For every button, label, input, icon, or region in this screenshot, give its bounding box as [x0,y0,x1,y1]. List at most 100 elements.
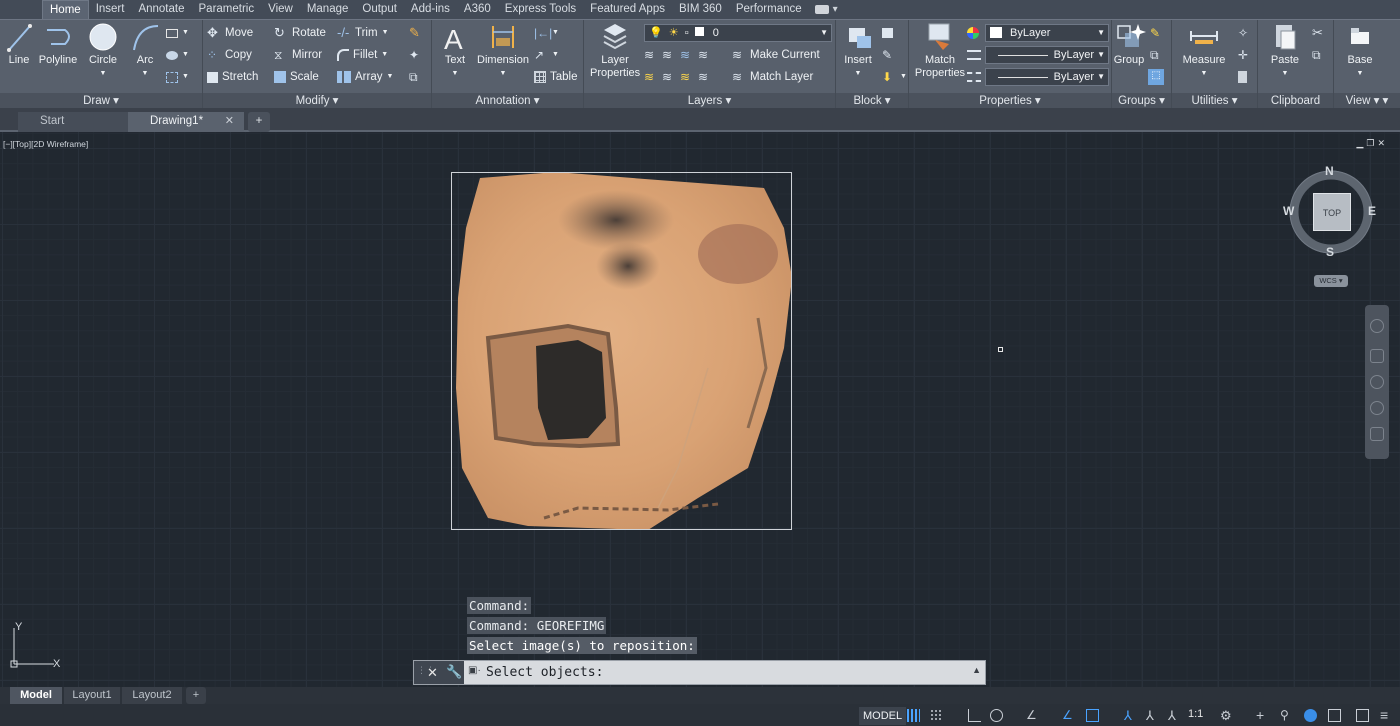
edit-block-button[interactable]: ✎ [882,46,896,64]
ribbon-tab-express-tools[interactable]: Express Tools [498,0,583,19]
viewcube[interactable]: N S E W TOP [1282,162,1378,262]
close-icon[interactable]: ✕ [1377,138,1388,148]
tab-drawing1[interactable]: Drawing1* ✕ [128,112,244,132]
ribbon-minimize-toggle[interactable]: ▾ [809,0,844,19]
cut-button[interactable]: ✂ [1312,24,1326,42]
linetype-button[interactable] [967,68,981,86]
gear-icon[interactable]: ⚙ [1220,709,1233,722]
object-snap-icon[interactable] [1086,709,1099,722]
modify-panel-title[interactable]: Modify ▾ [203,93,431,109]
ribbon-tab-a360[interactable]: A360 [457,0,498,19]
circle-button[interactable]: Circle ▼ [84,20,122,80]
point-button[interactable]: ✛ [1238,46,1252,64]
group-selection-button[interactable]: ⬚ [1148,68,1164,86]
match-layer-button[interactable]: ≋ Match Layer [732,68,813,86]
ribbon-tab-manage[interactable]: Manage [300,0,356,19]
rotate-button[interactable]: ↻ Rotate [274,24,326,42]
new-tab-button[interactable]: + [248,112,270,132]
zoom-icon[interactable] [1370,375,1384,389]
layer-tools-row2[interactable]: ≋ ≋ ≋ ≋ [644,68,712,86]
tab-start[interactable]: Start [18,112,130,132]
close-icon[interactable]: ✕ [427,665,438,681]
array-button[interactable]: Array ▼ [337,68,393,86]
ribbon-tab-bim-360[interactable]: BIM 360 [672,0,729,19]
annotation-visibility-icon[interactable]: ⅄ [1124,709,1137,722]
paste-button[interactable]: Paste ▼ [1266,20,1304,80]
offset-button[interactable]: ⧉ [409,68,423,86]
viewport-window-controls[interactable]: ▁❐✕ [1356,138,1388,149]
lineweight-dropdown[interactable]: ByLayer ▼ [985,68,1109,86]
copy-clip-button[interactable]: ⧉ [1312,46,1326,64]
grid-icon[interactable] [907,709,920,722]
stretch-button[interactable]: Stretch [207,68,258,86]
dimension-button[interactable]: Dimension ▼ [476,20,530,80]
utilities-panel-title[interactable]: Utilities ▾ [1172,93,1257,109]
lineweight-button[interactable] [967,46,981,64]
rectangle-button[interactable]: ▼ [166,24,189,42]
group-button[interactable]: Group [1112,20,1146,67]
snap-icon[interactable] [930,709,943,722]
object-snap-tracking-icon[interactable]: ∠ [1062,709,1075,722]
insert-button[interactable]: Insert ▼ [838,20,878,80]
ortho-icon[interactable] [968,709,981,722]
hatch-button[interactable]: ▼ [166,46,189,64]
customization-menu-icon[interactable]: ≡ [1380,708,1393,722]
properties-panel-title[interactable]: Properties ▾ [909,93,1111,109]
tab-layout1[interactable]: Layout1 [64,687,120,704]
tab-layout2[interactable]: Layout2 [122,687,182,704]
quick-properties-icon[interactable] [1356,709,1369,722]
isodraft-icon[interactable]: ∠ [1026,709,1039,722]
ribbon-tab-annotate[interactable]: Annotate [131,0,191,19]
new-layout-button[interactable]: + [186,687,206,704]
hardware-acceleration-icon[interactable] [1304,709,1317,722]
isolate-objects-icon[interactable]: ⚲ [1280,709,1293,722]
text-button[interactable]: A Text ▼ [438,20,472,80]
annotation-autoscale-icon[interactable]: ⅄ [1146,709,1159,722]
mirror-button[interactable]: ⧖ Mirror [274,46,322,64]
minimize-icon[interactable]: ▁ [1356,138,1366,148]
scale-button[interactable]: Scale [274,68,319,86]
erase-button[interactable]: ✎ [409,24,423,42]
ribbon-tab-insert[interactable]: Insert [89,0,132,19]
multileader-button[interactable]: ↗ ▼ [534,46,559,64]
plus-icon[interactable]: + [1256,708,1269,722]
wrench-icon[interactable]: 🔧 [446,664,462,680]
workspace-icon[interactable]: ⅄ [1168,709,1181,722]
compass-north[interactable]: N [1325,164,1334,178]
quick-select-button[interactable]: ✧ [1238,24,1252,42]
ribbon-tab-featured-apps[interactable]: Featured Apps [583,0,672,19]
leader-button[interactable]: |←| ▼ [534,24,559,42]
command-input[interactable]: Select objects: [486,665,603,680]
ribbon-tab-view[interactable]: View [261,0,300,19]
command-line[interactable]: ⋮⋮ ✕ 🔧 ▣· Select objects: ▲ [413,660,986,685]
compass-east[interactable]: E [1368,204,1376,218]
measure-button[interactable]: Measure ▼ [1180,20,1228,80]
linetype-dropdown[interactable]: ByLayer ▼ [985,46,1109,64]
move-button[interactable]: ✥ Move [207,24,253,42]
showmotion-icon[interactable] [1370,427,1384,441]
fillet-button[interactable]: Fillet ▼ [337,46,388,64]
ribbon-tab-output[interactable]: Output [355,0,404,19]
groups-panel-title[interactable]: Groups ▾ [1112,93,1171,109]
block-panel-title[interactable]: Block ▾ [836,93,908,109]
group-edit-button[interactable]: ⧉ [1150,46,1164,64]
create-block-button[interactable] [882,24,893,42]
boundary-button[interactable]: ▼ [166,68,189,86]
annotation-panel-title[interactable]: Annotation ▾ [432,93,583,109]
tab-model[interactable]: Model [10,687,62,704]
draw-panel-title[interactable]: Draw ▾ [0,93,202,109]
clipboard-panel-title[interactable]: Clipboard [1258,93,1333,109]
drawing-canvas[interactable]: [−][Top][2D Wireframe] ▁❐✕ N S E W TOP W… [0,132,1400,687]
view-panel-title[interactable]: View ▾ ▾ [1334,93,1400,109]
model-space-button[interactable]: MODEL [859,707,907,725]
layer-dropdown[interactable]: 💡 ☀ ▫ 0 ▼ [644,24,832,42]
color-wheel-button[interactable] [967,24,979,42]
command-prompt-icon[interactable]: ▣· [468,665,481,676]
line-button[interactable]: Line [4,20,34,67]
orbit-icon[interactable] [1370,401,1384,415]
base-button[interactable]: Base ▼ [1340,20,1380,80]
wcs-menu[interactable]: WCS ▾ [1314,275,1348,287]
match-properties-button[interactable]: Match Properties [913,20,967,80]
annotation-scale[interactable]: 1:1 [1188,708,1203,720]
calculator-button[interactable] [1238,68,1247,86]
